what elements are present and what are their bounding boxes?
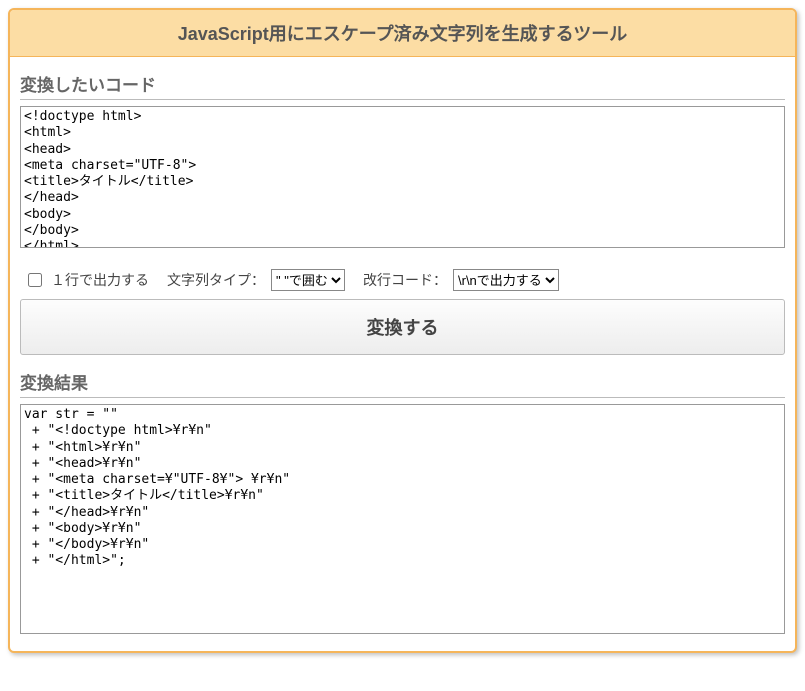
string-type-select[interactable]: " "で囲む' 'で囲む xyxy=(271,269,345,291)
input-heading: 変換したいコード xyxy=(20,71,785,100)
convert-button[interactable]: 変換する xyxy=(20,299,785,355)
panel-title: JavaScript用にエスケープ済み文字列を生成するツール xyxy=(10,10,795,57)
newline-option: 改行コード： \r\nで出力する\nで出力する\rで出力する xyxy=(363,269,559,291)
single-line-checkbox[interactable] xyxy=(28,273,42,287)
newline-select[interactable]: \r\nで出力する\nで出力する\rで出力する xyxy=(453,269,559,291)
newline-label: 改行コード： xyxy=(363,270,447,290)
input-textarea[interactable] xyxy=(20,106,785,248)
string-type-option: 文字列タイプ： " "で囲む' 'で囲む xyxy=(167,269,345,291)
tool-panel: JavaScript用にエスケープ済み文字列を生成するツール 変換したいコード … xyxy=(8,8,797,653)
output-textarea[interactable] xyxy=(20,404,785,634)
panel-body: 変換したいコード １行で出力する 文字列タイプ： " "で囲む' 'で囲む 改行… xyxy=(10,57,795,651)
single-line-option: １行で出力する xyxy=(24,270,149,290)
string-type-label: 文字列タイプ： xyxy=(167,270,265,290)
single-line-label[interactable]: １行で出力する xyxy=(51,270,149,290)
options-row: １行で出力する 文字列タイプ： " "で囲む' 'で囲む 改行コード： \r\n… xyxy=(24,269,785,291)
output-heading: 変換結果 xyxy=(20,369,785,398)
